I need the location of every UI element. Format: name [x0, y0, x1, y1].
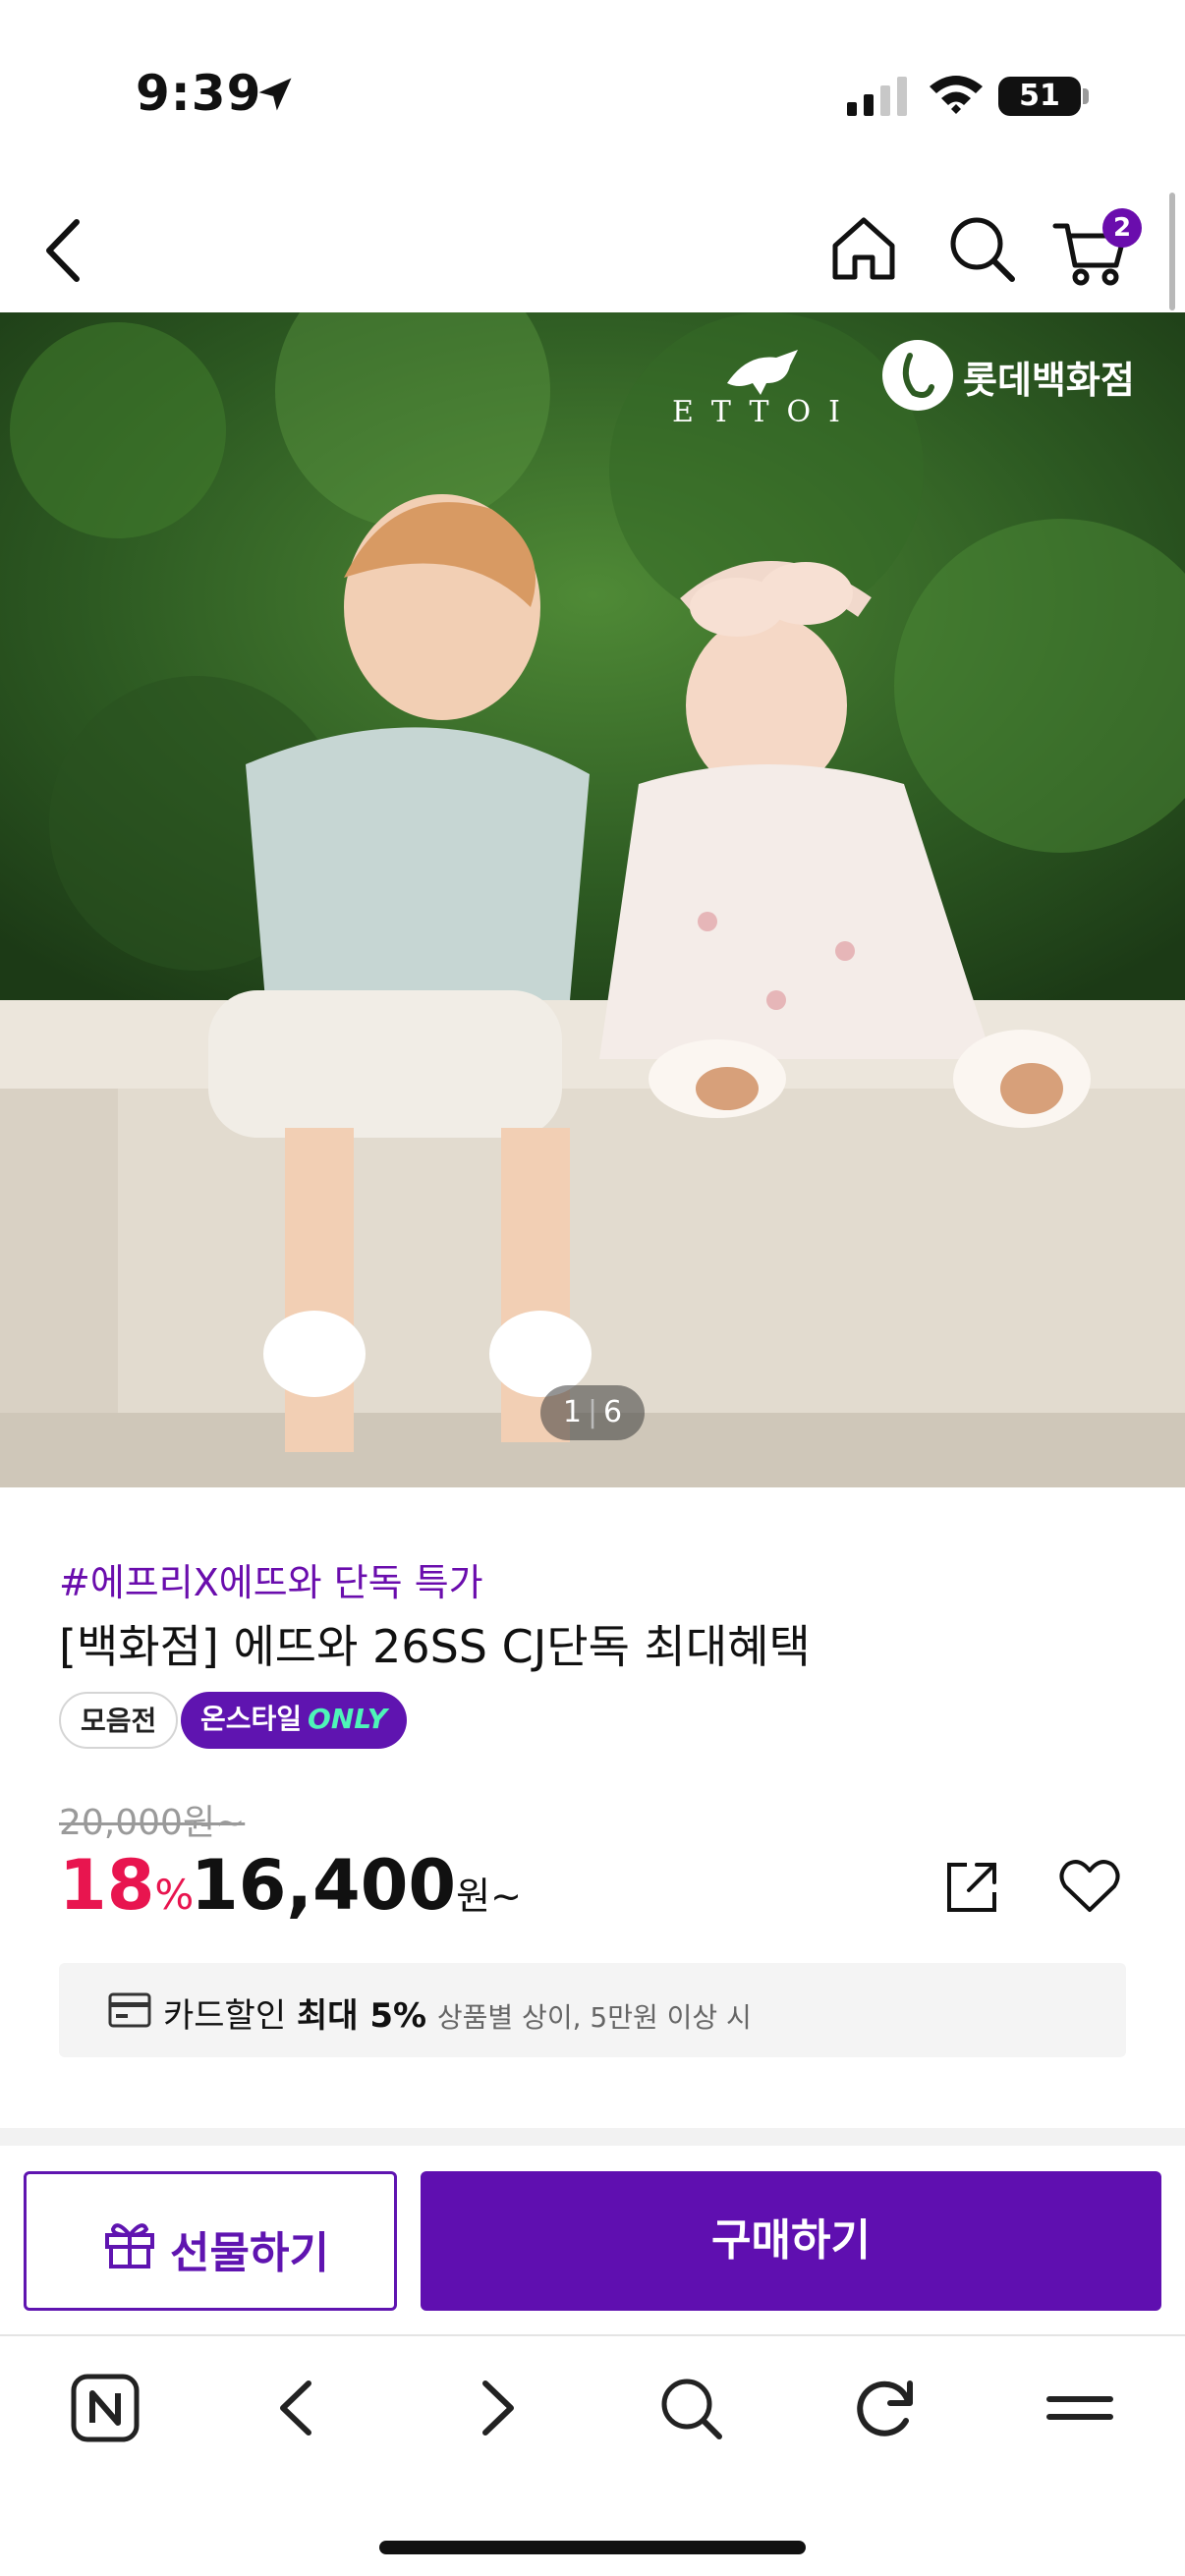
ettoi-brand-text: ETTOI: [672, 395, 858, 429]
share-icon[interactable]: [941, 1855, 1004, 1918]
product-image-carousel[interactable]: ETTOI 롯데백화점 1 | 6: [0, 312, 1185, 1487]
discount-value: 18: [59, 1845, 155, 1926]
card-discount-text: 카드할인 최대 5% 상품별 상이, 5만원 이상 시: [163, 1988, 752, 2037]
card-discount-label: 카드할인: [163, 1996, 287, 2036]
gift-icon: [105, 2223, 154, 2268]
search-icon[interactable]: [945, 212, 1018, 285]
carousel-page-indicator: 1 | 6: [540, 1385, 645, 1440]
cart-count-badge: 2: [1102, 208, 1142, 248]
sale-price: 16,400원~: [191, 1845, 522, 1926]
back-arrow-icon[interactable]: [263, 2372, 336, 2444]
original-price: 20,000원~: [59, 1803, 246, 1843]
discount-unit: %: [154, 1871, 195, 1919]
promo-tag-link[interactable]: #에프리X에뜨와 단독 특가: [59, 1552, 483, 1606]
wifi-icon: [930, 76, 983, 114]
status-time: 9:39: [136, 65, 262, 122]
status-bar: 9:39 51: [0, 0, 1185, 187]
page-total: 6: [603, 1395, 623, 1429]
onstyle-label: 온스타일: [200, 1703, 303, 1735]
toolbar-divider: [0, 2334, 1185, 2336]
product-title: [백화점] 에뜨와 26SS CJ단독 최대혜택: [59, 1620, 811, 1673]
search-icon[interactable]: [654, 2372, 727, 2444]
battery-tip: [1083, 88, 1089, 104]
page-separator: |: [587, 1395, 598, 1429]
location-arrow-icon: [258, 78, 292, 111]
price-value: 16,400: [191, 1845, 457, 1926]
gift-button[interactable]: 선물하기: [24, 2171, 397, 2311]
chevron-left-icon[interactable]: [39, 216, 88, 285]
discount-rate: 18%: [59, 1845, 194, 1926]
onstyle-only-chip: 온스타일 ONLY: [181, 1692, 408, 1749]
home-indicator[interactable]: [379, 2541, 806, 2554]
scrollbar[interactable]: [1169, 193, 1175, 310]
battery-icon: 51: [998, 77, 1081, 116]
lotte-department-store-text: 롯데백화점: [963, 359, 1135, 402]
heart-icon[interactable]: [1057, 1855, 1122, 1918]
buy-button[interactable]: 구매하기: [421, 2171, 1161, 2311]
collection-chip: 모음전: [59, 1692, 179, 1749]
price-unit: 원~: [456, 1875, 522, 1918]
lotte-logo: [882, 340, 953, 411]
card-discount-highlight: 최대 5%: [296, 1996, 427, 2036]
forward-arrow-icon[interactable]: [458, 2372, 531, 2444]
naver-n-icon[interactable]: [69, 2372, 141, 2444]
page-current: 1: [562, 1395, 582, 1429]
only-label: ONLY: [308, 1703, 388, 1735]
ettoi-horse-logo: [727, 350, 798, 395]
card-discount-info[interactable]: 카드할인 최대 5% 상품별 상이, 5만원 이상 시: [59, 1963, 1126, 2057]
credit-card-icon: [108, 1992, 151, 2028]
card-discount-note: 상품별 상이, 5만원 이상 시: [436, 2001, 752, 2034]
gift-button-label: 선물하기: [170, 2228, 329, 2278]
signal-bars-icon: [847, 77, 907, 116]
menu-icon[interactable]: [1044, 2372, 1116, 2444]
section-divider: [0, 2128, 1185, 2146]
product-photo: [0, 312, 1185, 1487]
home-icon[interactable]: [827, 212, 900, 285]
refresh-icon[interactable]: [849, 2372, 922, 2444]
